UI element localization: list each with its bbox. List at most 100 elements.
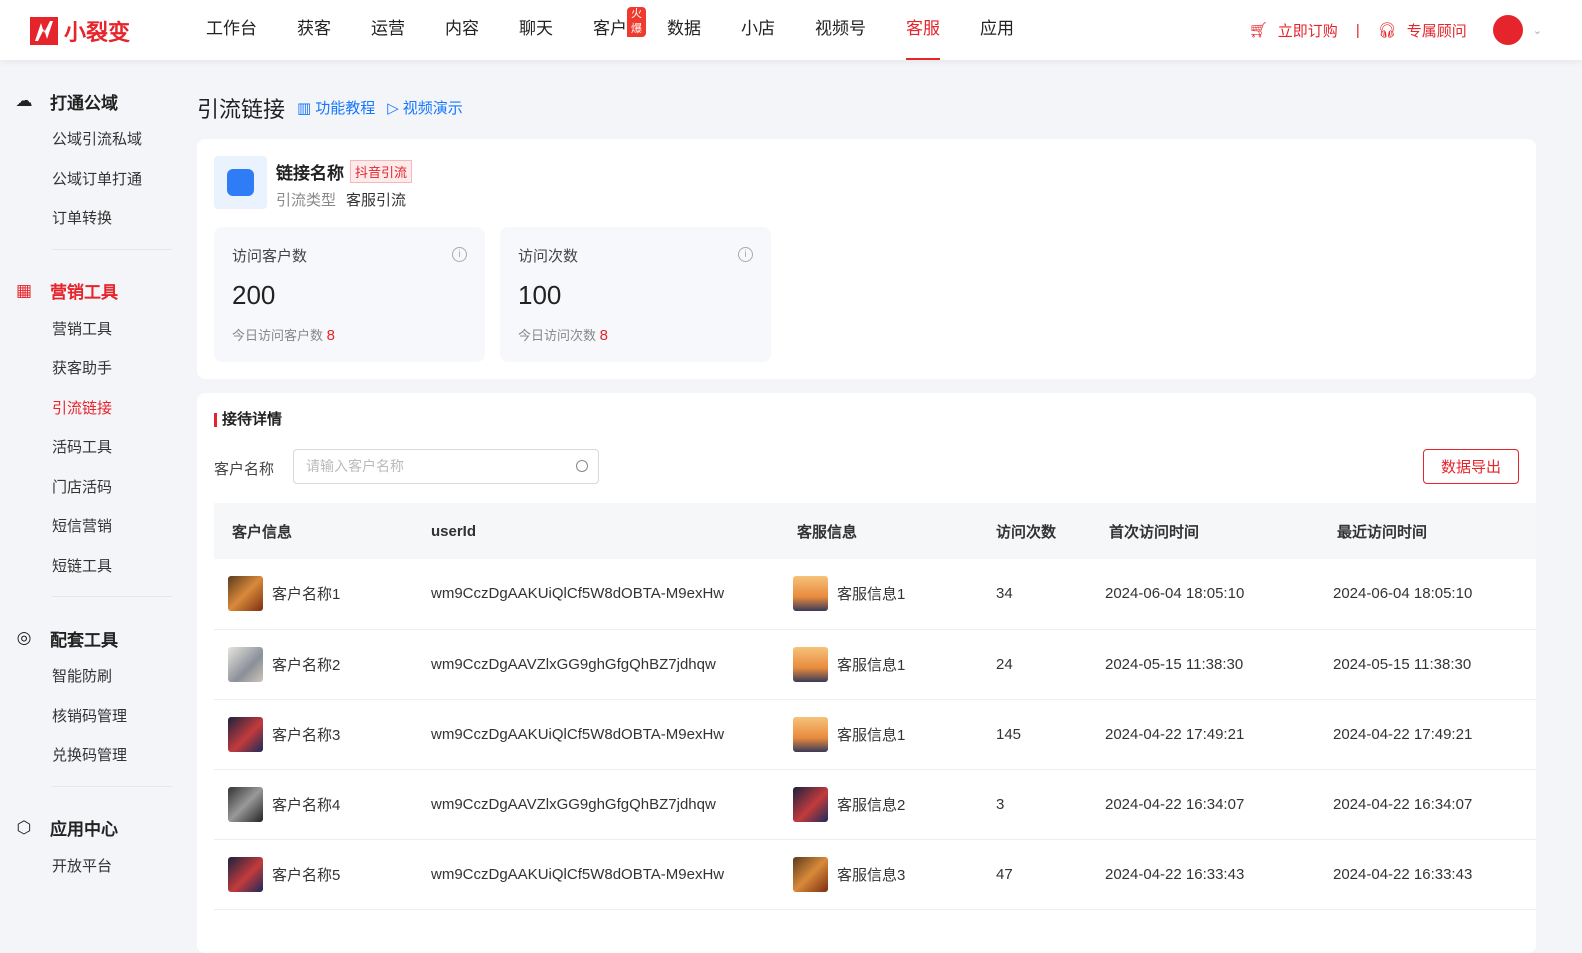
video-link[interactable]: ▷视频演示 (387, 97, 463, 118)
info-icon[interactable]: i (738, 247, 753, 262)
search-icon[interactable] (576, 460, 588, 472)
last-visit-cell: 2024-04-22 16:34:07 (1319, 769, 1536, 839)
tutorial-link[interactable]: ▥功能教程 (297, 97, 375, 118)
user-avatar[interactable] (1493, 15, 1523, 45)
stat-label: 访问客户数 (232, 245, 467, 266)
order-link[interactable]: 立即订购 (1278, 20, 1338, 41)
service-name: 客服信息1 (837, 724, 905, 745)
customer-avatar (228, 647, 263, 682)
userid-cell: wm9CczDgAAKUiQlCf5W8dOBTA-M9exHw (413, 559, 779, 629)
column-header: 客户信息 (214, 503, 413, 559)
sidebar-item[interactable]: 引流链接 (14, 389, 180, 429)
table-row[interactable]: 客户名称5 wm9CczDgAAKUiQlCf5W8dOBTA-M9exHw 客服信… (214, 839, 1536, 909)
stat-card-visitors: 访问客户数 i 200 今日访问客户数 8 (214, 227, 485, 362)
last-visit-cell: 2024-06-04 18:05:10 (1319, 559, 1536, 629)
column-header: 访问次数 (978, 503, 1091, 559)
sidebar-group-title[interactable]: ◎配套工具 (14, 627, 180, 649)
service-avatar (793, 717, 828, 752)
service-name: 客服信息2 (837, 794, 905, 815)
sidebar-group-title[interactable]: ▦营销工具 (14, 280, 180, 302)
service-cell: 客服信息1 (779, 629, 978, 699)
headset-icon: 🎧︎ (1378, 21, 1397, 39)
sidebar-item[interactable]: 短链工具 (14, 547, 180, 587)
sidebar-group-title[interactable]: ⬡应用中心 (14, 817, 180, 839)
last-visit-cell: 2024-05-15 11:38:30 (1319, 629, 1536, 699)
sidebar-item[interactable]: 活码工具 (14, 428, 180, 468)
sidebar-group: ☁打通公域公域引流私域公域订单打通订单转换 (14, 60, 180, 250)
nav-item[interactable]: 应用 (980, 0, 1014, 60)
customer-cell: 客户名称5 (214, 839, 413, 909)
service-avatar (793, 787, 828, 822)
stat-value: 100 (518, 280, 753, 311)
sidebar-item[interactable]: 兑换码管理 (14, 736, 180, 776)
sidebar-item[interactable]: 营销工具 (14, 310, 180, 350)
visits-cell: 24 (978, 629, 1091, 699)
service-cell: 客服信息1 (779, 559, 978, 629)
userid-cell: wm9CczDgAAVZlxGG9ghGfgQhBZ7jdhqw (413, 629, 779, 699)
nav-item[interactable]: 客服 (906, 0, 940, 60)
table-row[interactable]: 客户名称4wm9CczDgAAVZlxGG9ghGfgQhBZ7jdhqw客服信… (214, 769, 1536, 839)
nav-item[interactable]: 视频号 (815, 0, 866, 60)
section-title: 接待详情 (214, 413, 282, 427)
nav-item[interactable]: 聊天 (519, 0, 553, 60)
group-title-label: 打通公域 (50, 89, 118, 114)
service-avatar (793, 576, 828, 611)
advisor-link[interactable]: 专属顾问 (1407, 20, 1467, 41)
hot-badge: 火爆 (627, 7, 646, 37)
stat-label: 访问次数 (518, 245, 753, 266)
main-nav: 工作台获客运营内容聊天 客户火爆 数据小店视频号客服应用 (206, 0, 1054, 60)
table-row[interactable]: 客户名称3wm9CczDgAAKUiQlCf5W8dOBTA-M9exHw客服信… (214, 699, 1536, 769)
group-icon: ◎ (14, 628, 34, 648)
visits-cell: 3 (978, 769, 1091, 839)
customer-name: 客户名称1 (272, 583, 340, 604)
info-icon[interactable]: i (452, 247, 467, 262)
first-visit-cell: 2024-04-22 16:34:07 (1091, 769, 1319, 839)
first-visit-cell: 2024-06-04 18:05:10 (1091, 559, 1319, 629)
table-row[interactable]: 客户名称1 wm9CczDgAAKUiQlCf5W8dOBTA-M9exHw客服信… (214, 559, 1536, 629)
nav-item[interactable]: 小店 (741, 0, 775, 60)
first-visit-cell: 2024-04-22 17:49:21 (1091, 699, 1319, 769)
sidebar-item[interactable]: 订单转换 (14, 199, 180, 239)
sidebar-item[interactable]: 短信营销 (14, 507, 180, 547)
sidebar-item[interactable]: 公域订单打通 (14, 160, 180, 200)
sidebar-item[interactable]: 智能防刷 (14, 657, 180, 697)
sidebar-item[interactable]: 门店活码 (14, 468, 180, 508)
nav-item[interactable]: 运营 (371, 0, 405, 60)
nav-item[interactable]: 获客 (297, 0, 331, 60)
link-name: 链接名称 (276, 159, 344, 184)
nav-item[interactable]: 客户火爆 (593, 0, 627, 60)
customer-name: 客户名称5 (272, 864, 340, 885)
sidebar-item[interactable]: 核销码管理 (14, 697, 180, 737)
export-button[interactable]: 数据导出 (1423, 449, 1519, 484)
sidebar-group-title[interactable]: ☁打通公域 (14, 90, 180, 112)
userid-cell: wm9CczDgAAKUiQlCf5W8dOBTA-M9exHw (413, 839, 779, 909)
customer-search-input[interactable]: 请输入客户名称 (293, 449, 599, 484)
nav-item[interactable]: 工作台 (206, 0, 257, 60)
nav-item[interactable]: 数据 (667, 0, 701, 60)
sidebar-group: ⬡应用中心开放平台 (14, 787, 180, 887)
search-placeholder: 请输入客户名称 (306, 458, 404, 474)
sidebar-item[interactable]: 获客助手 (14, 349, 180, 389)
book-icon: ▥ (297, 99, 311, 117)
brand-logo[interactable]: 小裂变 (30, 15, 130, 47)
divider: | (1356, 22, 1360, 39)
column-header: 客服信息 (779, 503, 978, 559)
nav-item[interactable]: 内容 (445, 0, 479, 60)
sidebar-group: ▦营销工具营销工具获客助手引流链接活码工具门店活码短信营销短链工具 (14, 250, 180, 598)
table-row[interactable]: 客户名称2wm9CczDgAAVZlxGG9ghGfgQhBZ7jdhqw客服信… (214, 629, 1536, 699)
service-name: 客服信息3 (837, 864, 905, 885)
group-title-label: 应用中心 (50, 815, 118, 840)
sidebar-item[interactable]: 公域引流私域 (14, 120, 180, 160)
customer-avatar (228, 857, 263, 892)
page-title: 引流链接 (197, 92, 285, 124)
sidebar-item[interactable]: 开放平台 (14, 847, 180, 887)
sidebar: ☁打通公域公域引流私域公域订单打通订单转换▦营销工具营销工具获客助手引流链接活码… (0, 60, 180, 934)
column-header: userId (413, 503, 779, 559)
service-avatar (793, 647, 828, 682)
chevron-down-icon[interactable]: ⌄ (1533, 24, 1542, 37)
customer-cell: 客户名称1 (214, 559, 413, 629)
customer-cell: 客户名称4 (214, 769, 413, 839)
stat-today-label: 今日访问客户数 (232, 328, 323, 343)
reception-details-card: 接待详情 客户名称 请输入客户名称 数据导出 客户信息userId客服信息访问次… (197, 393, 1536, 953)
visits-cell: 145 (978, 699, 1091, 769)
